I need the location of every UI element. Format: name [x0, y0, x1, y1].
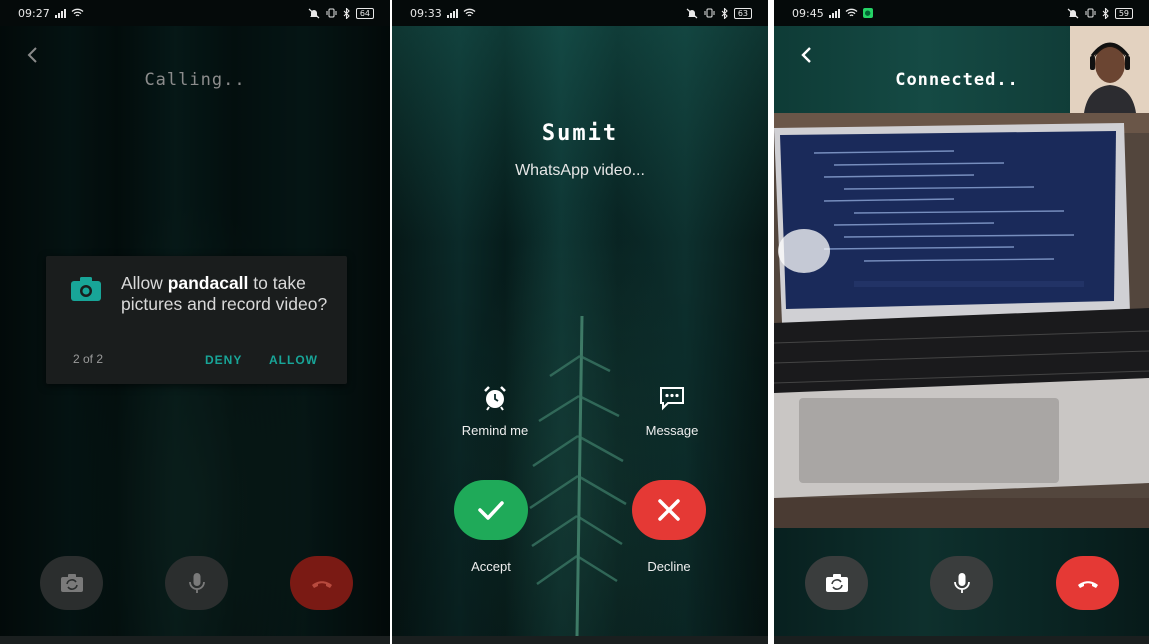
call-status-text: Calling..	[144, 70, 246, 90]
call-background: Connected..	[774, 26, 1149, 644]
vibrate-icon	[704, 8, 715, 18]
mute-icon	[308, 8, 320, 18]
remote-video-feed	[774, 113, 1149, 528]
bluetooth-icon	[1102, 7, 1109, 19]
decline-button[interactable]	[632, 480, 706, 540]
status-time: 09:27	[18, 6, 50, 20]
allow-button[interactable]: ALLOW	[269, 353, 318, 367]
permission-dialog: Allow pandacall to take pictures and rec…	[46, 256, 347, 384]
phone-screen-incoming: 09:33 63 Sumit WhatsApp video... Remind …	[392, 0, 768, 644]
caller-name: Sumit	[541, 121, 619, 146]
bluetooth-icon	[721, 7, 728, 19]
deny-button[interactable]: DENY	[205, 353, 242, 367]
accept-button[interactable]	[454, 480, 528, 540]
check-icon	[478, 501, 504, 520]
call-background: Sumit WhatsApp video... Remind me Messag…	[392, 26, 768, 644]
flip-camera-button[interactable]	[805, 556, 868, 610]
permission-message: Allow pandacall to take pictures and rec…	[121, 273, 328, 314]
mute-icon	[1067, 8, 1079, 18]
camera-icon	[71, 277, 101, 301]
remind-me-button[interactable]: Remind me	[440, 384, 550, 439]
status-time: 09:33	[410, 6, 442, 20]
wifi-icon	[71, 8, 84, 17]
status-time: 09:45	[792, 6, 824, 20]
whatsapp-notification-icon: ●	[862, 8, 873, 18]
microphone-icon	[188, 573, 205, 593]
battery-icon: 64	[355, 7, 374, 19]
remind-me-label: Remind me	[461, 423, 529, 438]
message-button[interactable]: Message	[617, 384, 727, 439]
status-bar: 09:45 ● 59	[774, 0, 1149, 26]
back-icon[interactable]	[796, 44, 816, 66]
phone-screen-calling: 09:27 64 Calling.. Allow pandacall to ta…	[0, 0, 390, 644]
flip-camera-icon	[60, 574, 83, 592]
permission-counter: 2 of 2	[73, 352, 104, 366]
alarm-clock-icon	[484, 386, 506, 411]
mute-icon	[686, 8, 698, 18]
signal-icon	[54, 8, 66, 18]
status-bar: 09:27 64	[0, 0, 390, 26]
signal-icon	[446, 8, 458, 18]
phone-screen-connected: 09:45 ● 59 Connected..	[774, 0, 1149, 644]
end-call-icon	[311, 581, 332, 588]
mute-button[interactable]	[930, 556, 993, 610]
accept-label: Accept	[471, 559, 511, 574]
self-video-preview[interactable]	[1070, 26, 1149, 113]
message-label: Message	[645, 423, 699, 438]
flip-camera-icon	[825, 574, 848, 592]
wifi-icon	[463, 8, 476, 17]
bluetooth-icon	[343, 7, 350, 19]
microphone-icon	[953, 573, 970, 593]
end-call-button[interactable]	[290, 556, 353, 610]
fern-decoration	[529, 315, 627, 636]
mute-button[interactable]	[165, 556, 228, 610]
wifi-icon	[845, 8, 858, 17]
remote-video-image	[774, 113, 1149, 528]
back-icon[interactable]	[22, 44, 42, 66]
call-type-text: WhatsApp video...	[515, 162, 645, 179]
flip-camera-button[interactable]	[40, 556, 103, 610]
message-icon	[660, 387, 684, 411]
self-video-image	[1070, 26, 1149, 113]
call-background: Calling.. Allow pandacall to take pictur…	[0, 26, 390, 644]
end-call-button[interactable]	[1056, 556, 1119, 610]
close-icon	[658, 499, 680, 521]
battery-icon: 59	[1114, 7, 1133, 19]
vibrate-icon	[1085, 8, 1096, 18]
status-bar: 09:33 63	[392, 0, 768, 26]
battery-icon: 63	[733, 7, 752, 19]
end-call-icon	[1077, 581, 1098, 588]
signal-icon	[828, 8, 840, 18]
call-status-text: Connected..	[895, 70, 1019, 90]
app-name: pandacall	[167, 273, 249, 293]
decline-label: Decline	[647, 559, 691, 574]
vibrate-icon	[326, 8, 337, 18]
